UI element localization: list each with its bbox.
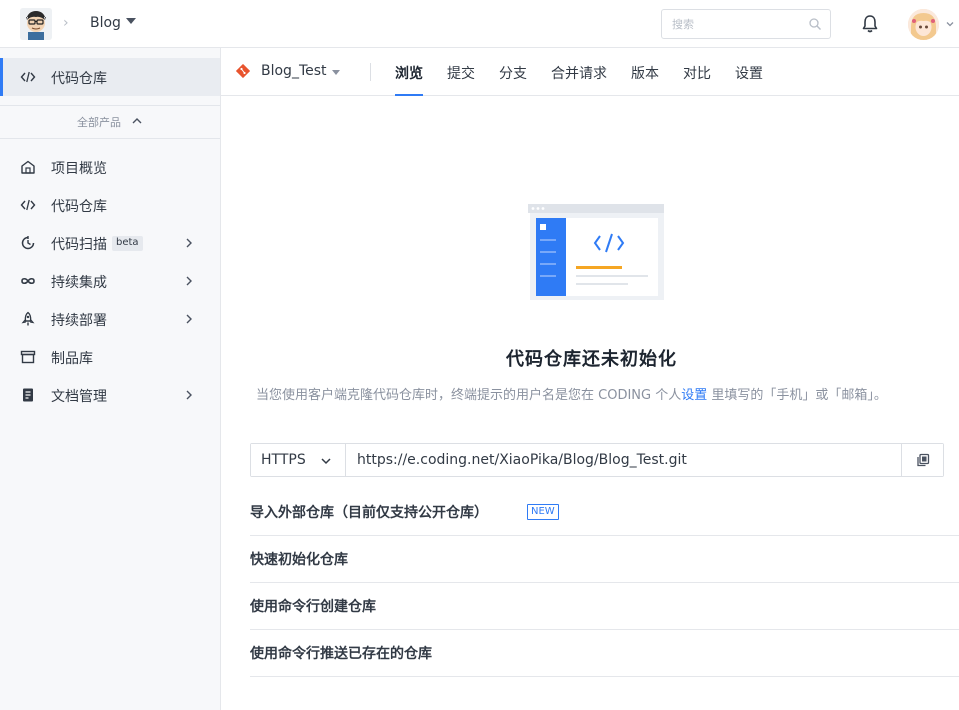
top-header: › Blog — [0, 0, 959, 48]
code-icon — [20, 199, 36, 211]
section-quick-init[interactable]: 快速初始化仓库 — [250, 536, 959, 583]
chevron-right-icon — [186, 276, 192, 286]
section-label: 使用命令行创建仓库 — [250, 599, 376, 615]
project-name[interactable]: Blog — [90, 15, 121, 31]
chevron-right-icon — [186, 238, 192, 248]
git-repo-icon — [236, 64, 250, 78]
section-cli-push-existing[interactable]: 使用命令行推送已存在的仓库 — [250, 630, 959, 677]
divider — [370, 63, 371, 81]
all-products-toggle[interactable]: 全部产品 — [0, 106, 220, 138]
tab-branches[interactable]: 分支 — [499, 63, 527, 96]
empty-state-description: 当您使用客户端克隆代码仓库时，终端提示的用户名是您在 CODING 个人设置 里… — [256, 384, 956, 403]
sidebar-item-cd[interactable]: 持续部署 — [0, 300, 220, 338]
tab-merge-requests[interactable]: 合并请求 — [551, 63, 607, 96]
infinity-icon — [21, 277, 35, 285]
tab-commits[interactable]: 提交 — [447, 63, 475, 96]
breadcrumb-separator: › — [63, 15, 69, 31]
repo-name[interactable]: Blog_Test — [261, 63, 327, 79]
search-box[interactable] — [661, 9, 831, 39]
sidebar-item-code-repo[interactable]: 代码仓库 — [0, 186, 220, 224]
chevron-down-icon[interactable] — [945, 19, 955, 29]
sidebar-item-label: 代码仓库 — [51, 199, 107, 215]
clone-url-input[interactable] — [347, 444, 903, 476]
sidebar-item-label: 文档管理 — [51, 389, 107, 405]
tab-releases[interactable]: 版本 — [631, 63, 659, 96]
section-import-repo[interactable]: 导入外部仓库（目前仅支持公开仓库） NEW — [250, 489, 959, 536]
avatar-cartoon-icon — [20, 8, 52, 40]
tab-settings[interactable]: 设置 — [735, 63, 763, 96]
rocket-icon — [21, 311, 35, 326]
all-products-label: 全部产品 — [77, 116, 121, 129]
chevron-right-icon — [186, 314, 192, 324]
chevron-down-icon — [321, 458, 331, 465]
sidebar-item-docs[interactable]: 文档管理 — [0, 376, 220, 414]
sidebar-item-label: 持续集成 — [51, 275, 107, 291]
caret-down-icon[interactable] — [332, 70, 340, 75]
scan-icon — [21, 236, 35, 250]
search-icon[interactable] — [808, 17, 822, 31]
desc-text: 当您使用客户端克隆代码仓库时，终端提示的用户名是您在 CODING 个人 — [256, 388, 682, 403]
copy-button[interactable] — [901, 444, 943, 476]
home-icon — [21, 160, 35, 174]
repo-subnav: Blog_Test 浏览 提交 分支 合并请求 版本 对比 设置 — [221, 48, 959, 96]
protocol-select[interactable]: HTTPS — [251, 444, 346, 476]
desc-text: 里填写的「手机」或「邮箱」。 — [707, 388, 887, 403]
search-input[interactable] — [662, 10, 792, 38]
beta-badge: beta — [112, 236, 143, 251]
section-cli-create[interactable]: 使用命令行创建仓库 — [250, 583, 959, 630]
sidebar: 代码仓库 全部产品 项目概览 代码仓库 代码扫描 beta 持续集成 持续部署 … — [0, 48, 221, 710]
sidebar-item-code-scan[interactable]: 代码扫描 beta — [0, 224, 220, 262]
new-badge: NEW — [527, 504, 559, 520]
project-avatar[interactable] — [20, 8, 52, 40]
sidebar-item-label: 项目概览 — [51, 161, 107, 177]
sidebar-item-ci[interactable]: 持续集成 — [0, 262, 220, 300]
divider — [0, 138, 220, 139]
document-icon — [23, 388, 33, 402]
settings-link[interactable]: 设置 — [681, 388, 707, 403]
sidebar-active-label: 代码仓库 — [51, 71, 107, 87]
sidebar-item-label: 持续部署 — [51, 313, 107, 329]
caret-down-icon[interactable] — [126, 18, 136, 24]
sidebar-item-overview[interactable]: 项目概览 — [0, 148, 220, 186]
clone-url-row: HTTPS — [250, 443, 944, 477]
section-label: 快速初始化仓库 — [250, 552, 348, 568]
user-avatar[interactable] — [908, 9, 939, 40]
sidebar-active-code-repo[interactable]: 代码仓库 — [0, 58, 220, 96]
section-label: 使用命令行推送已存在的仓库 — [250, 646, 432, 662]
empty-state-title: 代码仓库还未初始化 — [506, 349, 677, 370]
code-icon — [20, 71, 36, 83]
tab-compare[interactable]: 对比 — [683, 63, 711, 96]
bell-icon[interactable] — [861, 14, 879, 34]
copy-icon — [917, 453, 930, 467]
tab-browse[interactable]: 浏览 — [395, 63, 423, 96]
sidebar-item-label: 制品库 — [51, 351, 93, 367]
section-label: 导入外部仓库（目前仅支持公开仓库） — [250, 505, 488, 521]
sidebar-item-label: 代码扫描 — [51, 237, 107, 253]
protocol-label: HTTPS — [261, 452, 306, 468]
chevron-right-icon — [186, 390, 192, 400]
empty-repo-illustration — [528, 204, 664, 300]
sidebar-item-artifacts[interactable]: 制品库 — [0, 338, 220, 376]
archive-icon — [20, 350, 36, 364]
chevron-up-icon — [132, 118, 142, 124]
anime-avatar-icon — [908, 9, 939, 40]
